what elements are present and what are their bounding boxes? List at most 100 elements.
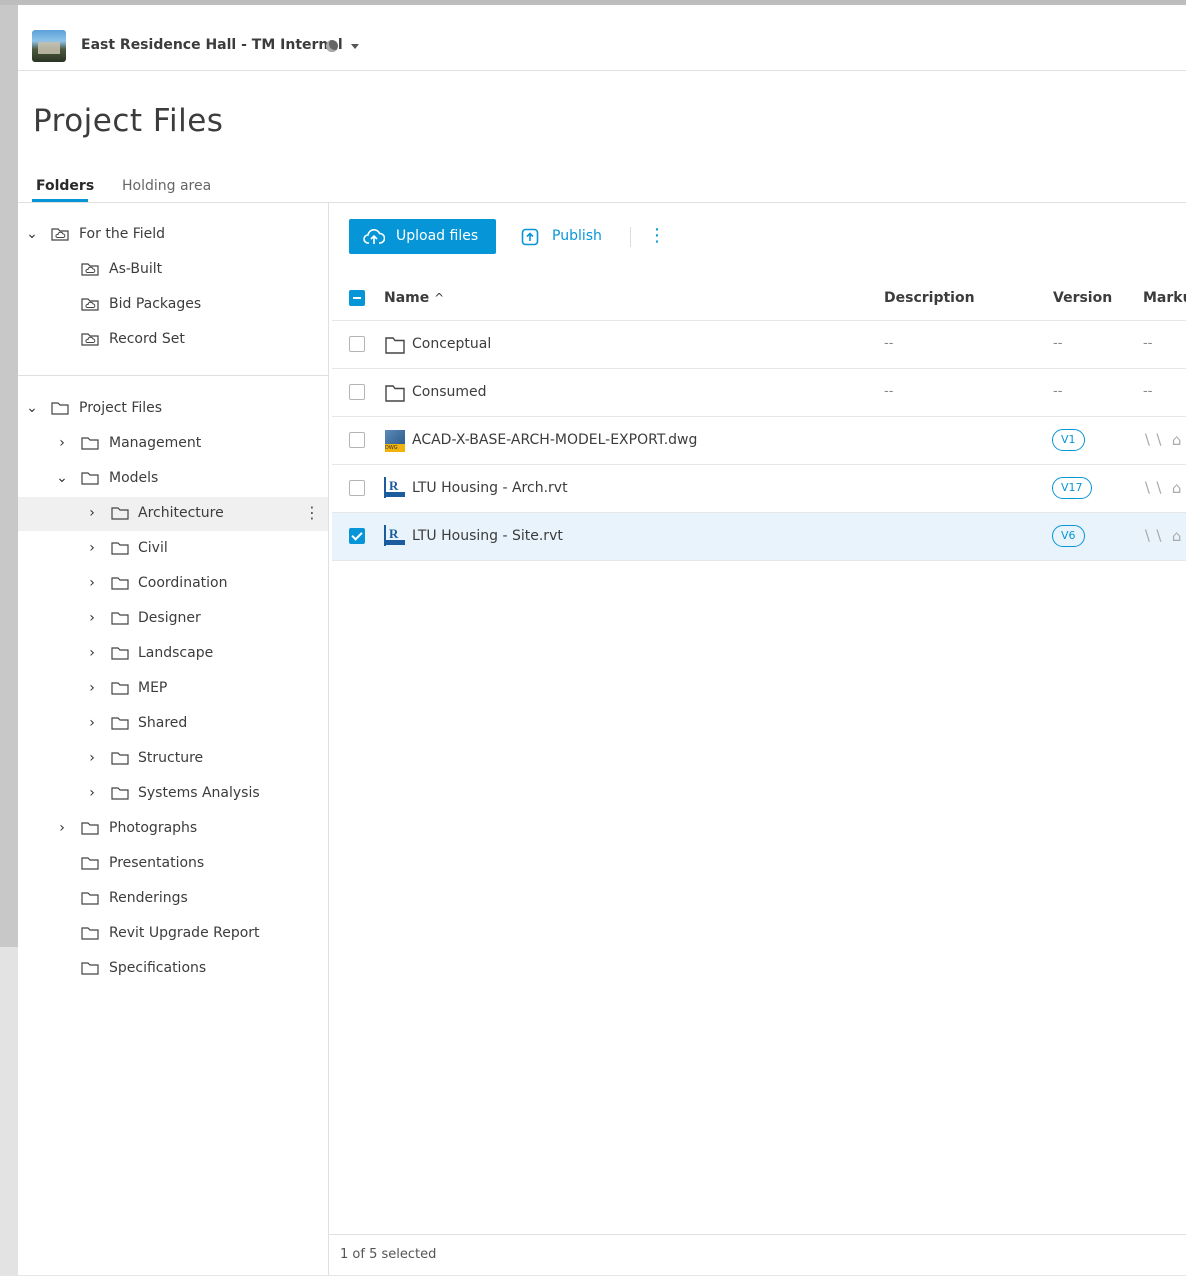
tab-holding-area[interactable]: Holding area	[122, 178, 211, 194]
file-name[interactable]: LTU Housing - Site.rvt	[412, 528, 563, 544]
app-window: East Residence Hall - TM Internal Projec…	[18, 5, 1186, 1275]
file-list-panel: Upload files Publish ⋮ Name ^ Descriptio…	[329, 203, 1186, 1275]
rvt-file-icon: R	[384, 477, 406, 500]
markup-icon[interactable]: ∖∖ ⌂	[1142, 431, 1183, 449]
folder-icon	[111, 751, 129, 765]
project-name[interactable]: East Residence Hall - TM Internal	[81, 37, 343, 53]
more-actions-icon[interactable]: ⋮	[648, 226, 666, 246]
tree-item-mep[interactable]: › MEP	[18, 672, 328, 706]
tree-item-record-set[interactable]: Record Set	[18, 323, 328, 357]
description-cell: --	[884, 384, 894, 399]
tree-label: MEP	[138, 680, 168, 696]
folder-icon	[81, 471, 99, 485]
tree-label: Record Set	[109, 331, 185, 347]
column-header-version[interactable]: Version	[1053, 290, 1112, 306]
tree-item-for-the-field[interactable]: ⌄ For the Field	[18, 218, 328, 252]
tree-item-shared[interactable]: › Shared	[18, 707, 328, 741]
folder-icon	[384, 334, 406, 356]
chevron-right-icon[interactable]: ›	[85, 576, 99, 590]
column-header-description[interactable]: Description	[884, 290, 975, 306]
chevron-down-icon[interactable]: ⌄	[25, 401, 39, 415]
tree-item-project-files[interactable]: ⌄ Project Files	[18, 392, 328, 426]
version-badge[interactable]: V1	[1052, 429, 1085, 451]
chevron-right-icon[interactable]: ›	[85, 716, 99, 730]
column-header-name[interactable]: Name ^	[384, 290, 444, 306]
folder-icon	[81, 891, 99, 905]
more-options-icon[interactable]: ⋮	[304, 504, 320, 522]
table-row[interactable]: DWG ACAD-X-BASE-ARCH-MODEL-EXPORT.dwg V1…	[332, 417, 1186, 465]
project-thumbnail[interactable]	[32, 30, 66, 62]
folder-icon	[111, 716, 129, 730]
markup-icon[interactable]: ∖∖ ⌂	[1142, 527, 1183, 545]
chevron-right-icon[interactable]: ›	[85, 681, 99, 695]
chevron-right-icon[interactable]: ›	[85, 541, 99, 555]
row-checkbox-checked[interactable]	[349, 528, 365, 544]
cloud-folder-icon	[81, 297, 99, 311]
toolbar-divider	[630, 227, 631, 247]
chevron-down-icon[interactable]: ⌄	[55, 471, 69, 485]
tree-item-revit-upgrade-report[interactable]: Revit Upgrade Report	[18, 917, 328, 951]
file-name[interactable]: Conceptual	[412, 336, 491, 352]
chevron-right-icon[interactable]: ›	[55, 436, 69, 450]
chevron-right-icon[interactable]: ›	[85, 506, 99, 520]
tree-item-specifications[interactable]: Specifications	[18, 952, 328, 986]
tree-item-landscape[interactable]: › Landscape	[18, 637, 328, 671]
folder-icon	[111, 646, 129, 660]
version-badge[interactable]: V17	[1052, 477, 1092, 499]
table-row-selected[interactable]: R LTU Housing - Site.rvt V6 ∖∖ ⌂	[332, 513, 1186, 561]
publish-button[interactable]: Publish	[521, 219, 616, 254]
tree-item-civil[interactable]: › Civil	[18, 532, 328, 566]
table-row[interactable]: R LTU Housing - Arch.rvt V17 ∖∖ ⌂	[332, 465, 1186, 513]
tree-item-renderings[interactable]: Renderings	[18, 882, 328, 916]
page-title: Project Files	[33, 103, 224, 139]
tree-item-as-built[interactable]: As-Built	[18, 253, 328, 287]
dwg-file-icon: DWG	[384, 430, 406, 452]
chevron-down-icon[interactable]: ⌄	[25, 227, 39, 241]
tree-item-bid-packages[interactable]: Bid Packages	[18, 288, 328, 322]
folder-icon	[111, 576, 129, 590]
upload-files-button[interactable]: Upload files	[349, 219, 496, 254]
row-checkbox[interactable]	[349, 384, 365, 400]
cloud-folder-icon	[81, 332, 99, 346]
select-all-checkbox[interactable]	[349, 290, 365, 306]
column-header-markups[interactable]: Marku	[1143, 290, 1186, 306]
folder-icon	[81, 856, 99, 870]
row-checkbox[interactable]	[349, 432, 365, 448]
chevron-right-icon[interactable]: ›	[85, 751, 99, 765]
tree-label: Shared	[138, 715, 188, 731]
tree-item-coordination[interactable]: › Coordination	[18, 567, 328, 601]
table-row[interactable]: Conceptual -- -- --	[332, 321, 1186, 369]
file-name[interactable]: Consumed	[412, 384, 487, 400]
tree-label: Bid Packages	[109, 296, 202, 312]
tree-item-models[interactable]: ⌄ Models	[18, 462, 328, 496]
file-name[interactable]: ACAD-X-BASE-ARCH-MODEL-EXPORT.dwg	[412, 432, 697, 448]
chevron-right-icon[interactable]: ›	[85, 786, 99, 800]
row-checkbox[interactable]	[349, 480, 365, 496]
file-name[interactable]: LTU Housing - Arch.rvt	[412, 480, 568, 496]
chevron-right-icon[interactable]: ›	[85, 646, 99, 660]
tree-item-architecture[interactable]: › Architecture ⋮	[18, 497, 328, 531]
tree-item-photographs[interactable]: › Photographs	[18, 812, 328, 846]
version-cell: --	[1053, 336, 1063, 351]
tree-item-management[interactable]: › Management	[18, 427, 328, 461]
tree-item-designer[interactable]: › Designer	[18, 602, 328, 636]
version-badge[interactable]: V6	[1052, 525, 1085, 547]
caret-down-icon[interactable]	[351, 44, 359, 49]
selection-status: 1 of 5 selected	[340, 1247, 437, 1262]
cloud-folder-icon	[81, 262, 99, 276]
publish-icon	[521, 228, 539, 250]
chevron-right-icon[interactable]: ›	[55, 821, 69, 835]
tree-label: Revit Upgrade Report	[109, 925, 260, 941]
tree-item-presentations[interactable]: Presentations	[18, 847, 328, 881]
folder-icon	[384, 382, 406, 404]
tree-item-systems-analysis[interactable]: › Systems Analysis	[18, 777, 328, 811]
folder-icon	[81, 926, 99, 940]
markup-icon[interactable]: ∖∖ ⌂	[1142, 479, 1183, 497]
tree-label: Civil	[138, 540, 168, 556]
row-checkbox[interactable]	[349, 336, 365, 352]
tree-item-structure[interactable]: › Structure	[18, 742, 328, 776]
table-row[interactable]: Consumed -- -- --	[332, 369, 1186, 417]
active-tab-indicator	[32, 199, 88, 202]
tab-folders[interactable]: Folders	[36, 178, 94, 194]
chevron-right-icon[interactable]: ›	[85, 611, 99, 625]
